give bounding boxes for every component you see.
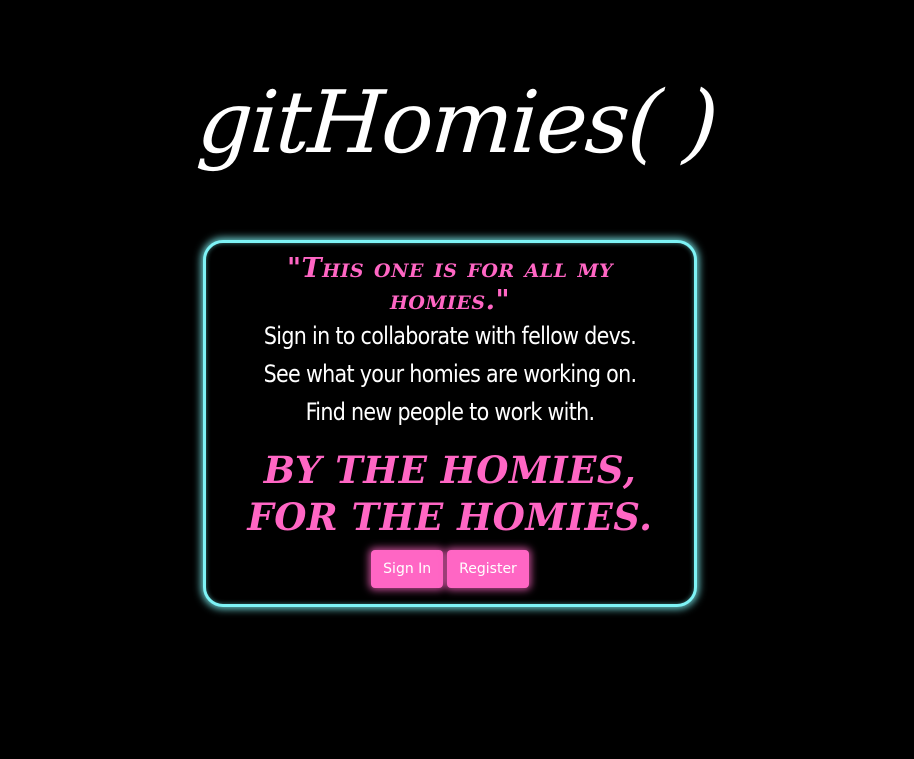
welcome-card: "This one is for all my homies." Sign in… — [203, 240, 697, 607]
app-logo: gitHomies( ) — [194, 73, 720, 173]
sign-in-button[interactable]: Sign In — [371, 550, 444, 588]
description-line-1: Sign in to collaborate with fellow devs. — [263, 322, 637, 350]
description-line-2: See what your homies are working on. — [263, 360, 637, 388]
description-line-3: Find new people to work with. — [305, 398, 595, 426]
auth-button-group: Sign In Register — [206, 550, 694, 588]
register-button[interactable]: Register — [447, 550, 529, 588]
tagline-quote: "This one is for all my homies." — [286, 253, 614, 316]
slogan: By the homies, for the homies. — [247, 448, 653, 539]
